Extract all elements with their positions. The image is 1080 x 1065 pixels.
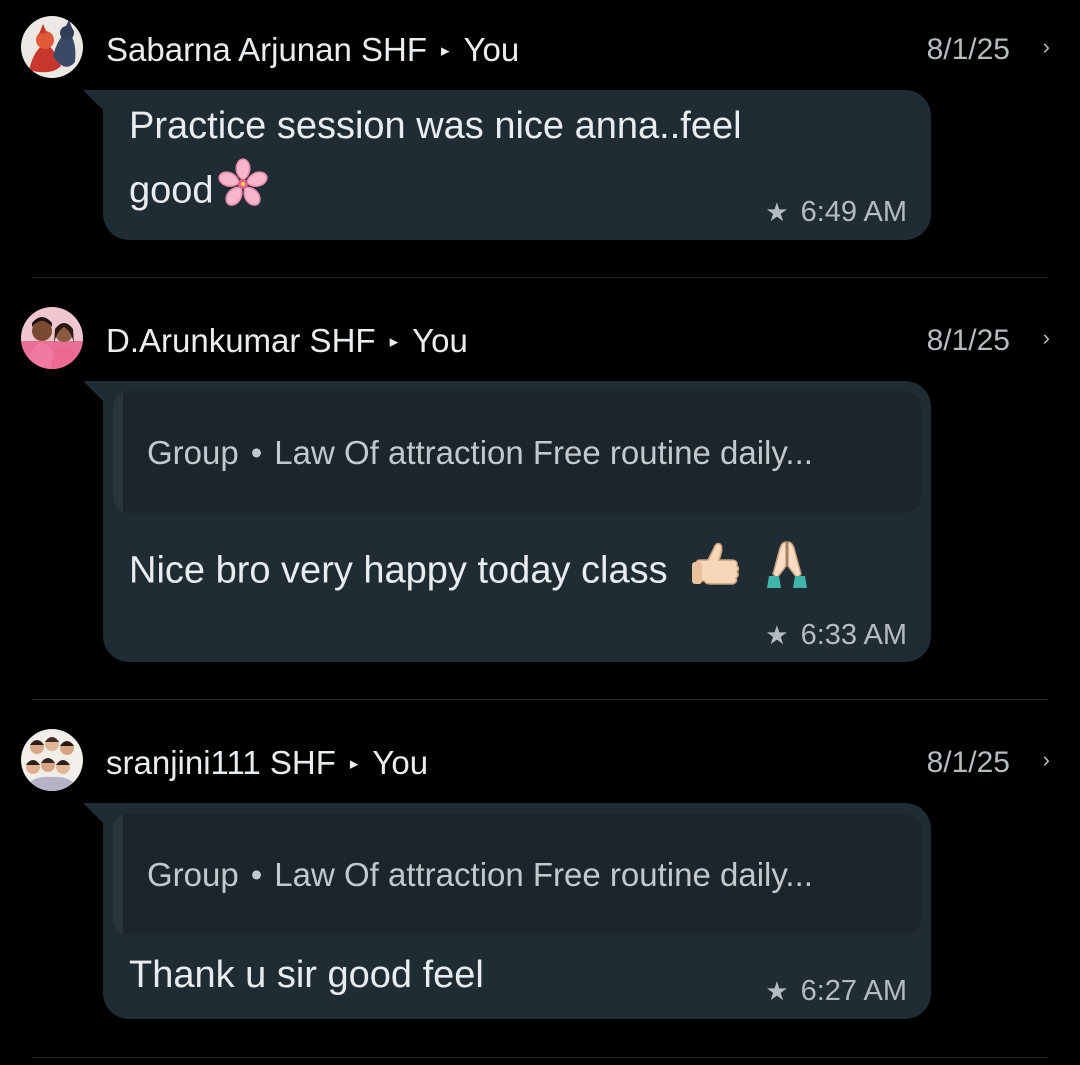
star-icon: ★ xyxy=(765,976,789,1006)
message-bubble[interactable]: Group • Law Of attraction Free routine dai… xyxy=(83,803,931,1019)
message-text: Thank u sir good feel xyxy=(129,954,484,996)
arrow-right-icon: ▸ xyxy=(389,332,399,351)
star-icon: ★ xyxy=(765,620,789,650)
recipient-name: You xyxy=(372,744,429,781)
quoted-message[interactable]: Group • Law Of attraction Free routine dai… xyxy=(113,391,921,513)
message-time: 6:27 AM xyxy=(800,975,907,1007)
quote-title: Law Of attraction Free routine daily... xyxy=(274,434,813,471)
avatar[interactable] xyxy=(21,729,83,791)
quote-text: Group • Law Of attraction Free routine dai… xyxy=(147,434,813,472)
cherry-blossom-emoji xyxy=(214,155,272,230)
message-meta: ★ 6:33 AM xyxy=(765,619,907,652)
sender-name: D.Arunkumar SHF xyxy=(106,322,376,359)
message-text-line-1: Practice session was nice anna..feel xyxy=(129,105,742,147)
divider xyxy=(32,699,1048,700)
sender-name: sranjini111 SHF xyxy=(106,744,336,781)
message-text-line-2-text: good xyxy=(129,169,214,212)
sender-name: Sabarna Arjunan SHF xyxy=(106,31,428,68)
divider xyxy=(32,277,1048,278)
sender-line: sranjini111 SHF ▸ You xyxy=(106,743,428,783)
avatar[interactable] xyxy=(21,16,83,78)
message-date: 8/1/25 xyxy=(926,33,1010,66)
recipient-name: You xyxy=(412,322,468,359)
arrow-right-icon: ▸ xyxy=(441,41,450,60)
message-meta: ★ 6:27 AM xyxy=(765,975,907,1008)
folded-hands-emoji xyxy=(759,536,815,609)
quote-label: Group xyxy=(147,856,239,893)
message-text: Practice session was nice anna..feel goo… xyxy=(129,97,742,230)
separator-dot: • xyxy=(250,434,263,471)
message-text-line-2: good xyxy=(129,155,742,230)
avatar[interactable] xyxy=(21,307,83,369)
message-meta: ★ 6:49 AM xyxy=(765,196,907,229)
bubble-tail xyxy=(83,803,105,825)
message-text-body: Nice bro very happy today class xyxy=(129,549,668,592)
message-date: 8/1/25 xyxy=(926,746,1010,779)
bubble-tail xyxy=(83,90,105,112)
separator-dot: • xyxy=(250,856,263,893)
message-date: 8/1/25 xyxy=(926,324,1010,357)
sender-line: D.Arunkumar SHF ▸ You xyxy=(106,321,468,361)
chevron-right-icon[interactable]: › xyxy=(1043,27,1050,67)
chevron-right-icon[interactable]: › xyxy=(1043,740,1050,780)
message-time: 6:49 AM xyxy=(800,196,907,228)
divider xyxy=(32,1057,1048,1058)
star-icon: ★ xyxy=(765,197,789,227)
recipient-name: You xyxy=(463,31,520,68)
arrow-right-icon: ▸ xyxy=(349,754,359,773)
chevron-right-icon[interactable]: › xyxy=(1043,318,1050,358)
quote-title: Law Of attraction Free routine daily... xyxy=(274,856,813,893)
quote-bar xyxy=(113,813,123,935)
message-bubble[interactable]: Group • Law Of attraction Free routine dai… xyxy=(83,381,931,662)
message-text: Nice bro very happy today class xyxy=(129,536,815,609)
quoted-message[interactable]: Group • Law Of attraction Free routine dai… xyxy=(113,813,921,935)
quote-label: Group xyxy=(147,434,239,471)
message-bubble[interactable]: Practice session was nice anna..feel goo… xyxy=(83,90,931,240)
sender-line: Sabarna Arjunan SHF ▸ You xyxy=(106,30,519,70)
quote-text: Group • Law Of attraction Free routine dai… xyxy=(147,856,813,894)
message-time: 6:33 AM xyxy=(800,619,907,651)
thumbs-up-emoji xyxy=(688,536,744,609)
bubble-tail xyxy=(83,381,105,403)
quote-bar xyxy=(113,391,123,513)
